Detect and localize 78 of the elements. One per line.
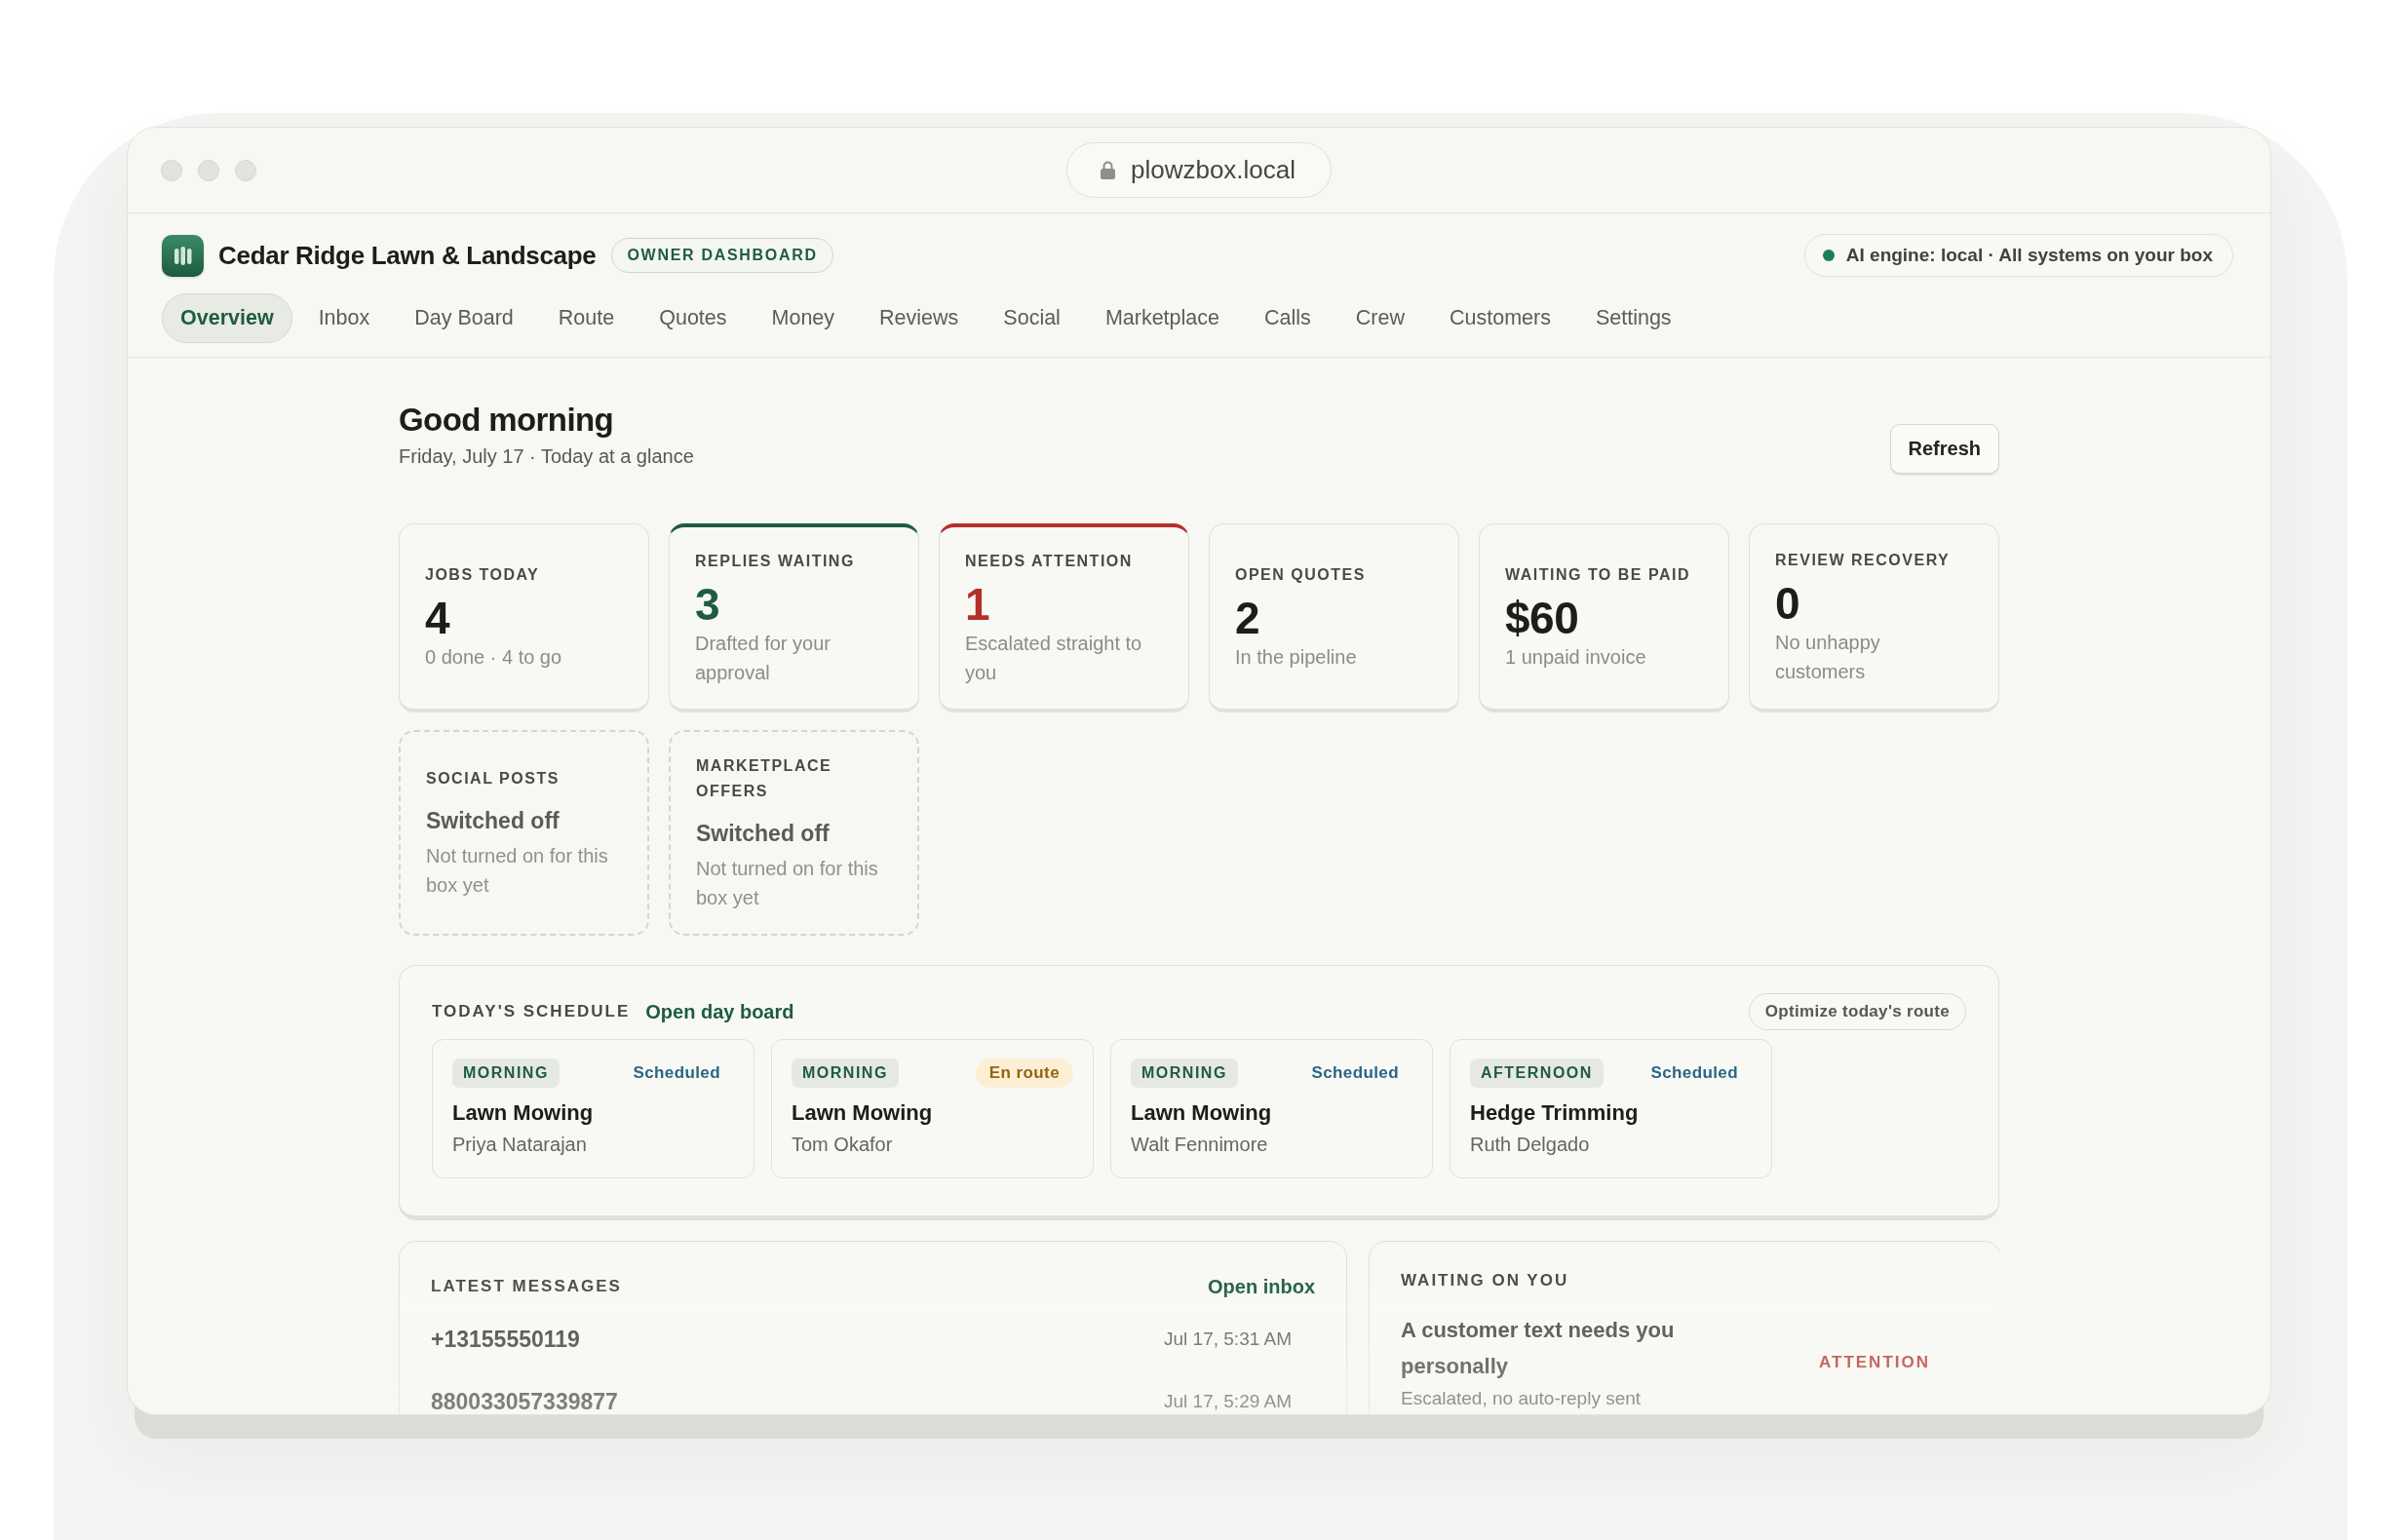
nav-tab[interactable]: Customers [1430, 293, 1569, 343]
stat-label: NEEDS ATTENTION [965, 552, 1134, 571]
stat-value: 3 [695, 580, 721, 629]
job-service: Hedge Trimming [1470, 1099, 1640, 1127]
stat-value: $60 [1505, 593, 1580, 642]
nav-tab[interactable]: Social [985, 293, 1079, 343]
business-name: Cedar Ridge Lawn & Landscape [218, 240, 597, 271]
section-title: TODAY'S SCHEDULE [432, 1002, 631, 1021]
nav-tab[interactable]: Settings [1576, 293, 1690, 343]
nav-tab[interactable]: Inbox [299, 293, 389, 343]
stat-value: Switched off [426, 807, 561, 835]
message-sender[interactable]: +13155550119 [431, 1326, 580, 1353]
time-slot-tag: MORNING [452, 1059, 560, 1088]
day-board-link[interactable]: Open day board [645, 1000, 794, 1023]
window-control-icon[interactable] [198, 159, 219, 181]
stat-value: 0 [1775, 578, 1801, 628]
job-service: Lawn Mowing [452, 1099, 595, 1127]
time-slot-tag: MORNING [792, 1059, 899, 1088]
message-time: Jul 17, 5:29 AM [1164, 1391, 1292, 1412]
stat-note: No unhappy customers [1775, 630, 1881, 684]
optimize-route-button[interactable]: Optimize today's route [1748, 993, 1966, 1030]
stat-label: MARKETPLACE OFFERS [696, 756, 833, 801]
stat-value: 2 [1235, 593, 1261, 642]
message-sender[interactable]: 880033057339877 [431, 1388, 618, 1414]
role-badge: OWNER DASHBOARD [611, 238, 833, 273]
nav-tab[interactable]: Marketplace [1086, 293, 1238, 343]
stat-note: Drafted for your approval [695, 632, 832, 685]
job-service: Lawn Mowing [792, 1099, 934, 1127]
window-control-icon[interactable] [161, 159, 182, 181]
nav-tab[interactable]: Route [539, 293, 634, 343]
stat-label: REVIEW RECOVERY [1775, 550, 1952, 570]
job-status: Scheduled [1649, 1062, 1739, 1084]
stat-label: SOCIAL POSTS [426, 769, 561, 789]
lock-icon [1100, 161, 1115, 179]
nav-tab[interactable]: Crew [1336, 293, 1423, 343]
customer-name: Tom Okafor [792, 1133, 894, 1157]
section-title: LATEST MESSAGES [431, 1277, 622, 1296]
stat-note: Escalated straight to you [965, 632, 1143, 685]
stat-label: WAITING TO BE PAID [1505, 564, 1691, 585]
time-slot-tag: MORNING [1131, 1059, 1238, 1088]
message-time: Jul 17, 5:31 AM [1164, 1328, 1292, 1350]
waiting-item-title[interactable]: A customer text needs you personally [1401, 1312, 1722, 1384]
stat-label: OPEN QUOTES [1235, 564, 1367, 585]
job-status: Scheduled [632, 1062, 721, 1084]
stat-value: Switched off [696, 820, 831, 848]
logo-icon [162, 234, 204, 277]
job-status: Scheduled [1310, 1062, 1400, 1084]
page-title: Good morning [399, 401, 615, 440]
stat-note: Not turned on for this box yet [426, 844, 609, 898]
stat-label: JOBS TODAY [425, 564, 541, 585]
stat-note: 0 done · 4 to go [425, 644, 563, 670]
window-control-icon[interactable] [235, 159, 256, 181]
customer-name: Walt Fennimore [1131, 1133, 1269, 1157]
stat-note: Not turned on for this box yet [696, 857, 879, 910]
nav-tab[interactable]: Money [753, 293, 854, 343]
customer-name: Ruth Delgado [1470, 1133, 1591, 1157]
job-service: Lawn Mowing [1131, 1099, 1273, 1127]
page-subtitle: Friday, July 17 · Today at a glance [399, 444, 694, 469]
nav-tab[interactable]: Overview [162, 293, 292, 343]
waiting-item-detail: Escalated, no auto-reply sent [1401, 1387, 1643, 1410]
inbox-link[interactable]: Open inbox [1208, 1275, 1315, 1298]
stat-value: 1 [965, 580, 991, 629]
stat-note: In the pipeline [1235, 644, 1358, 670]
nav-tab[interactable]: Quotes [640, 293, 746, 343]
nav-tab[interactable]: Day Board [396, 293, 532, 343]
job-status: En route [975, 1059, 1073, 1088]
stat-note: 1 unpaid invoice [1505, 644, 1647, 670]
priority-label: ATTENTION [1819, 1353, 1930, 1372]
customer-name: Priya Natarajan [452, 1133, 588, 1157]
time-slot-tag: AFTERNOON [1470, 1059, 1604, 1088]
section-title: WAITING ON YOU [1401, 1270, 1570, 1291]
stat-value: 4 [425, 593, 451, 642]
nav-tab[interactable]: Calls [1246, 293, 1330, 343]
stat-label: REPLIES WAITING [695, 552, 856, 571]
status-text: AI engine: local · All systems on your box [1845, 245, 2213, 266]
refresh-button[interactable]: Refresh [1889, 424, 1999, 474]
nav-tab[interactable]: Reviews [861, 293, 978, 343]
address-bar[interactable]: plowzbox.local [1065, 142, 1333, 198]
